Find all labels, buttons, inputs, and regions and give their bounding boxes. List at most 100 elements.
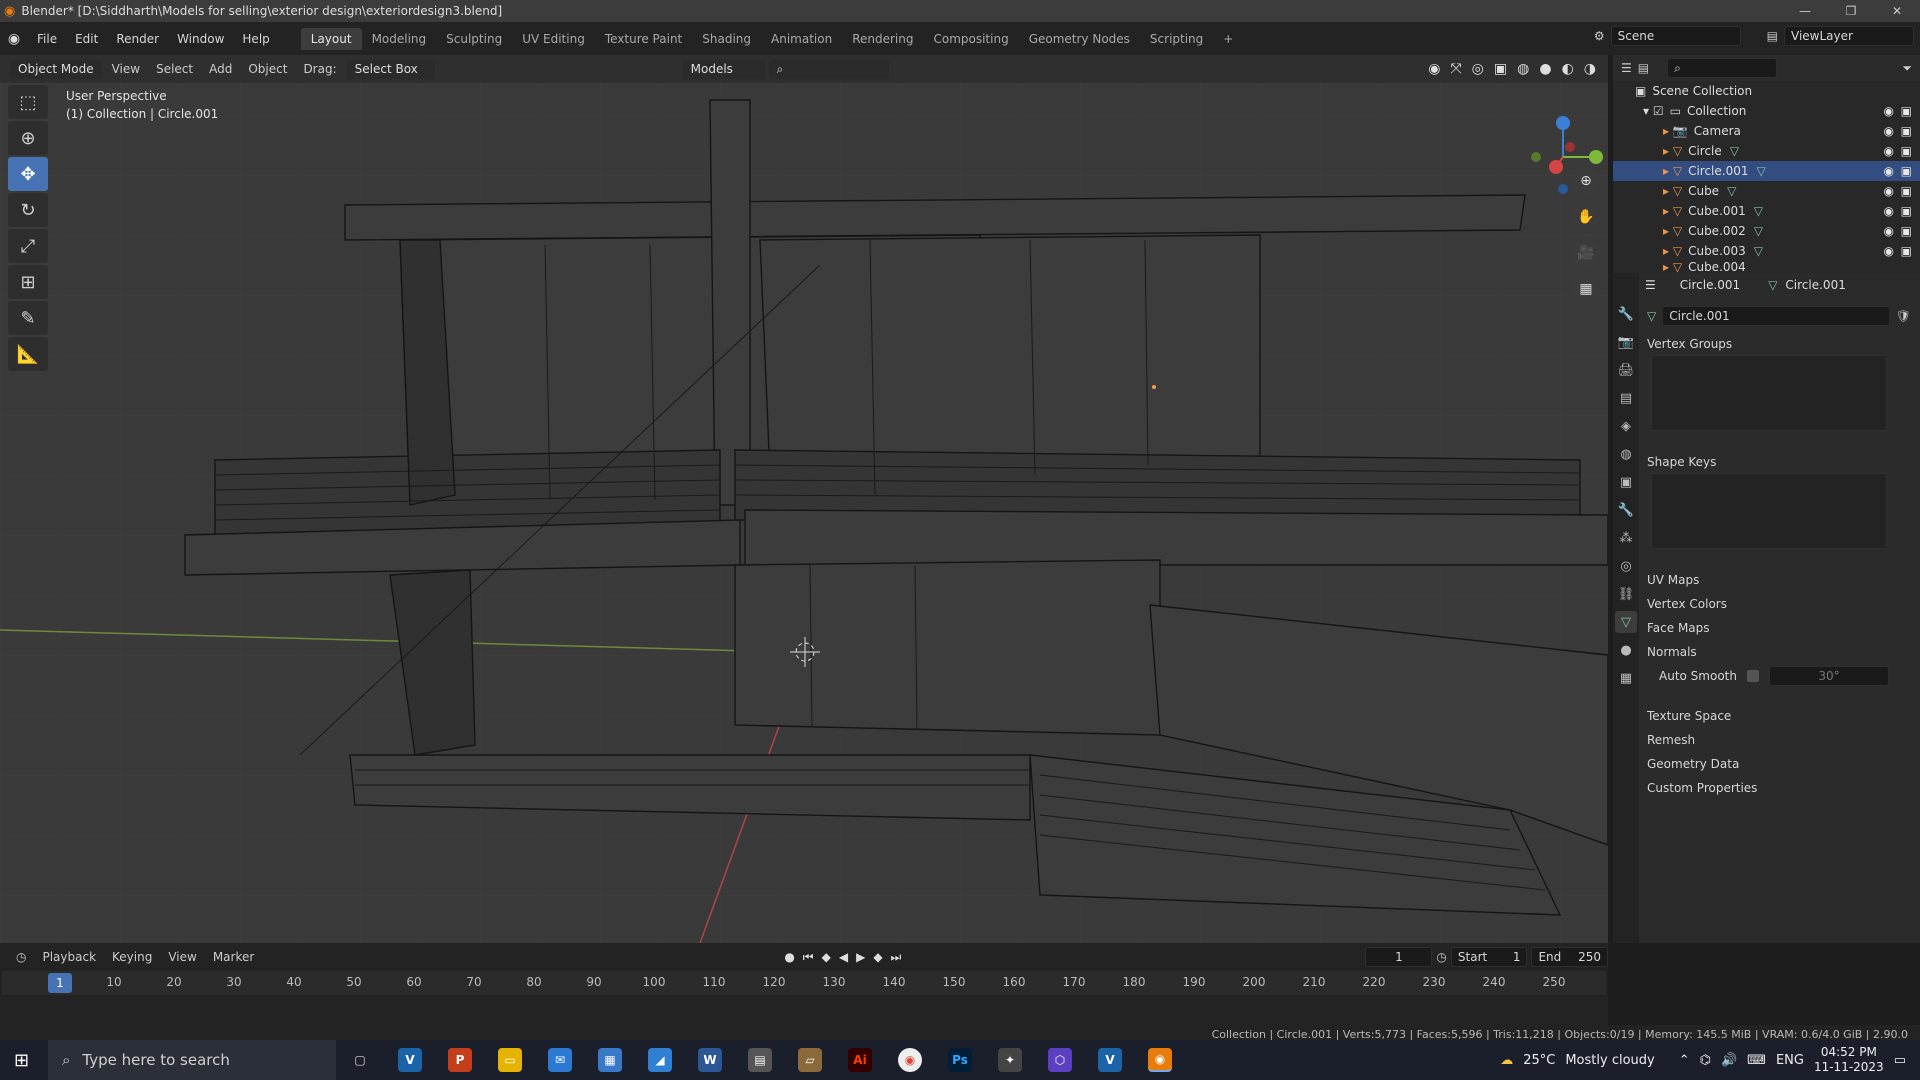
- solid-shading-icon[interactable]: ●: [1539, 61, 1551, 77]
- app-icon[interactable]: ▱: [798, 1048, 822, 1072]
- windows-start-icon[interactable]: ⊞: [14, 1050, 29, 1071]
- texture-space-header[interactable]: Texture Space: [1647, 705, 1911, 727]
- collection-row[interactable]: ▾ ☑ ▭ Collection ◉ ▣: [1613, 101, 1920, 121]
- keyboard-icon[interactable]: ⌨: [1747, 1053, 1766, 1068]
- outliner-item-cube[interactable]: ▸ ▽ Cube ▽ ◉ ▣: [1613, 181, 1920, 201]
- weather-temp[interactable]: 25°C: [1523, 1053, 1555, 1068]
- app-icon[interactable]: ⬡: [1048, 1048, 1072, 1072]
- 3d-viewport[interactable]: Object Mode View Select Add Object Drag:…: [0, 55, 1608, 943]
- tab-geometry-nodes[interactable]: Geometry Nodes: [1019, 28, 1140, 50]
- menu-render[interactable]: Render: [107, 32, 168, 46]
- fake-user-icon[interactable]: 🛡: [1896, 309, 1911, 323]
- annotate-tool-icon[interactable]: ✎: [8, 301, 48, 335]
- auto-smooth-checkbox[interactable]: [1746, 670, 1759, 682]
- tab-animation[interactable]: Animation: [761, 28, 842, 50]
- outliner-item-cube-001[interactable]: ▸ ▽ Cube.001 ▽ ◉ ▣: [1613, 201, 1920, 221]
- overlay-icon[interactable]: ◎: [1472, 61, 1484, 77]
- play-reverse-icon[interactable]: ◀: [839, 950, 848, 965]
- modifier-tab-icon[interactable]: 🔧: [1615, 499, 1637, 521]
- menu-file[interactable]: File: [28, 32, 66, 46]
- task-view-icon[interactable]: ▢: [348, 1048, 372, 1072]
- render-camera-icon[interactable]: ▣: [1901, 244, 1912, 258]
- chrome-icon[interactable]: ◉: [898, 1048, 922, 1072]
- render-camera-icon[interactable]: ▣: [1901, 184, 1912, 198]
- store-icon[interactable]: ▦: [598, 1048, 622, 1072]
- shape-keys-header[interactable]: Shape Keys: [1647, 451, 1911, 473]
- vertex-groups-list[interactable]: [1651, 355, 1887, 431]
- tool-tab-icon[interactable]: 🔧: [1615, 303, 1637, 325]
- scale-tool-icon[interactable]: ⤢: [8, 229, 48, 263]
- outliner-editor-icon[interactable]: ☰: [1621, 61, 1632, 75]
- select-menu[interactable]: Select: [150, 62, 199, 76]
- render-camera-icon[interactable]: ▣: [1901, 164, 1912, 178]
- timeline-ruler[interactable]: 1 10 20 30 40 50 60 70 80 90 100 110 120 130 140 150 160…: [2, 971, 1606, 995]
- maximize-button[interactable]: ❐: [1828, 0, 1874, 22]
- blender-taskbar-icon[interactable]: ◉: [1148, 1048, 1172, 1072]
- object-menu[interactable]: Object: [242, 62, 293, 76]
- taskbar-search[interactable]: ⌕ Type here to search: [48, 1040, 336, 1080]
- close-button[interactable]: ✕: [1874, 0, 1920, 22]
- render-camera-icon[interactable]: ▣: [1901, 224, 1912, 238]
- rotate-tool-icon[interactable]: ↻: [8, 193, 48, 227]
- blender-menu-icon[interactable]: ◉: [0, 31, 28, 47]
- menu-window[interactable]: Window: [168, 32, 233, 46]
- output-tab-icon[interactable]: 🖨: [1615, 359, 1637, 381]
- gizmo-icon[interactable]: ⤧: [1450, 61, 1461, 77]
- scene-field[interactable]: Scene: [1610, 26, 1741, 46]
- render-tab-icon[interactable]: 📷: [1615, 331, 1637, 353]
- view-layer-tab-icon[interactable]: ▤: [1615, 387, 1637, 409]
- powerpoint-icon[interactable]: P: [448, 1048, 472, 1072]
- vray-icon[interactable]: V: [398, 1048, 422, 1072]
- move-tool-icon[interactable]: ✥: [8, 157, 48, 191]
- transform-tool-icon[interactable]: ⊞: [8, 265, 48, 299]
- minimize-button[interactable]: —: [1782, 0, 1828, 22]
- word-icon[interactable]: W: [698, 1048, 722, 1072]
- face-maps-header[interactable]: Face Maps: [1647, 617, 1911, 639]
- uv-maps-header[interactable]: UV Maps: [1647, 569, 1911, 591]
- jump-start-icon[interactable]: ⏮: [803, 950, 814, 965]
- perspective-toggle-icon[interactable]: ▦: [1572, 275, 1600, 303]
- measure-tool-icon[interactable]: 📐: [8, 337, 48, 371]
- outliner-item-cube-004[interactable]: ▸ ▽ Cube.004: [1613, 261, 1920, 273]
- eye-icon[interactable]: ◉: [1884, 164, 1894, 178]
- tab-layout[interactable]: Layout: [300, 27, 362, 50]
- material-tab-icon[interactable]: ●: [1615, 639, 1637, 661]
- tab-sculpting[interactable]: Sculpting: [436, 28, 512, 50]
- remesh-header[interactable]: Remesh: [1647, 729, 1911, 751]
- add-workspace-icon[interactable]: +: [1213, 28, 1243, 50]
- camera-view-icon[interactable]: 🎥: [1572, 239, 1600, 267]
- xray-icon[interactable]: ▣: [1494, 61, 1507, 77]
- mail-icon[interactable]: ✉: [548, 1048, 572, 1072]
- current-frame-field[interactable]: 1: [1365, 947, 1433, 967]
- vray-icon[interactable]: V: [1098, 1048, 1122, 1072]
- visibility-icon[interactable]: ◉: [1428, 61, 1440, 77]
- clock[interactable]: 04:52 PM 11-11-2023: [1814, 1045, 1884, 1075]
- volume-icon[interactable]: 🔊: [1721, 1053, 1737, 1068]
- view-menu[interactable]: View: [106, 62, 146, 76]
- weather-icon[interactable]: ☁: [1500, 1053, 1513, 1068]
- constraints-tab-icon[interactable]: ⛓: [1615, 583, 1637, 605]
- tab-modeling[interactable]: Modeling: [362, 28, 437, 50]
- play-icon[interactable]: ▶: [856, 950, 865, 965]
- eye-icon[interactable]: ◉: [1884, 124, 1894, 138]
- tab-scripting[interactable]: Scripting: [1140, 28, 1213, 50]
- rendered-shading-icon[interactable]: ◑: [1584, 61, 1596, 77]
- outliner-item-cube-003[interactable]: ▸ ▽ Cube.003 ▽ ◉ ▣: [1613, 241, 1920, 261]
- wireframe-shading-icon[interactable]: ◍: [1517, 61, 1529, 77]
- marker-menu[interactable]: Marker: [207, 950, 260, 964]
- playback-menu[interactable]: Playback: [36, 950, 102, 964]
- eye-icon[interactable]: ◉: [1884, 104, 1894, 118]
- eye-icon[interactable]: ◉: [1884, 224, 1894, 238]
- viewport-search-icon[interactable]: ⌕: [768, 59, 889, 79]
- illustrator-icon[interactable]: Ai: [848, 1048, 872, 1072]
- tab-texture-paint[interactable]: Texture Paint: [595, 28, 692, 50]
- custom-properties-header[interactable]: Custom Properties: [1647, 777, 1911, 799]
- world-tab-icon[interactable]: ◍: [1615, 443, 1637, 465]
- vertex-colors-header[interactable]: Vertex Colors: [1647, 593, 1911, 615]
- render-camera-icon[interactable]: ▣: [1901, 204, 1912, 218]
- timeline-editor-icon[interactable]: ◷: [10, 950, 32, 964]
- auto-smooth-angle[interactable]: 30°: [1768, 666, 1889, 686]
- shape-keys-list[interactable]: [1651, 473, 1887, 549]
- outliner-item-circle[interactable]: ▸ ▽ Circle ▽ ◉ ▣: [1613, 141, 1920, 161]
- jump-end-icon[interactable]: ⏭: [891, 950, 902, 965]
